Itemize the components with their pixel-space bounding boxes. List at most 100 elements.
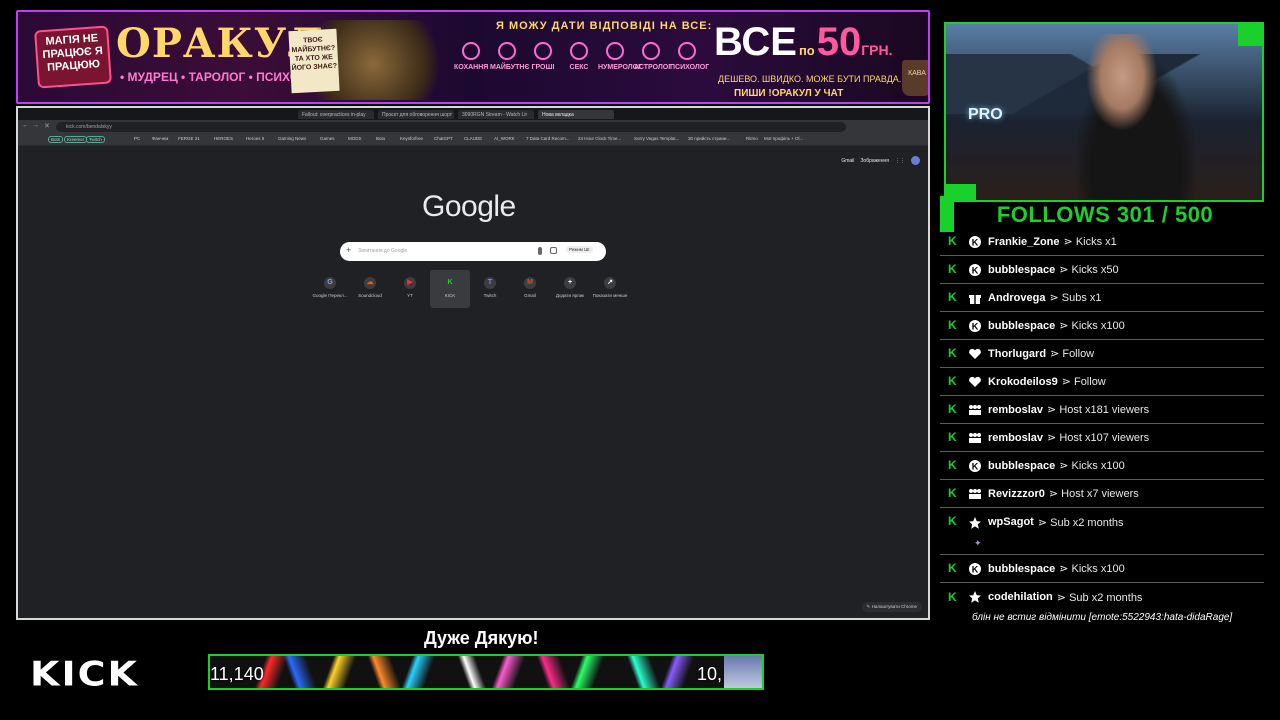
heart-icon <box>968 375 982 389</box>
banner-call-to-action: ПИШИ !ОРАКУЛ У ЧАТ <box>734 88 844 99</box>
bookmark[interactable]: ChatGPT <box>434 136 453 141</box>
microphone-icon[interactable] <box>538 247 542 255</box>
banner-note: ТВОЄ МАЙБУТНЄ? ТА ХТО ЖЕ ЙОГО ЗНАЄ? <box>288 28 340 94</box>
lens-icon[interactable] <box>550 247 557 254</box>
bookmark[interactable]: Ritmo <box>746 136 758 141</box>
banner-tagline: Я МОЖУ ДАТИ ВІДПОВІДІ НА ВСЕ: <box>496 20 713 32</box>
bookmark[interactable]: FERGE 31 <box>178 136 200 141</box>
star-icon <box>968 516 982 530</box>
browser-tab[interactable]: Проєкт для обговорення шорт <box>378 110 454 119</box>
bookmark[interactable]: Heroes 5 <box>246 136 264 141</box>
users-icon <box>968 431 982 445</box>
shortcut-google-translate[interactable]: G Google Перекл... <box>310 270 350 308</box>
avatar[interactable] <box>911 156 920 165</box>
bookmark[interactable]: HEROES <box>214 136 233 141</box>
event-list: K K Frankie_Zone ⋗ Kicks x1 K Kbubblespace ⋗ … <box>940 228 1264 611</box>
kick-k-icon: K <box>948 486 957 500</box>
event-row: Kremboslav ⋗ Host x181 viewers <box>940 396 1264 424</box>
browser-tab[interactable]: 3090RGN Stream - Watch Lir <box>458 110 534 119</box>
soundcloud-icon: ☁ <box>364 277 376 289</box>
event-row: K Kbubblespace ⋗ Kicks x100 <box>940 452 1264 480</box>
bookmark[interactable]: Boto <box>376 136 385 141</box>
webcam-feed: PRO <box>944 22 1264 202</box>
browser-toolbar: ← → ✕ kick.com/bendalskyy <box>18 120 928 134</box>
bookmark[interactable]: Gaming News <box>278 136 306 141</box>
plus-icon[interactable]: + <box>346 245 351 255</box>
coffee-cup: КАВА <box>902 60 928 96</box>
shortcut-kick[interactable]: K KICK <box>430 270 470 308</box>
kick-icon: K <box>968 263 982 277</box>
event-row: KwpSagot ⋗ Sub x2 months ✦ <box>940 508 1264 555</box>
event-row: K Kbubblespace ⋗ Kicks x100 <box>940 312 1264 340</box>
bookmark[interactable]: PC <box>134 136 140 141</box>
kick-k-icon: K <box>948 290 957 304</box>
kick-icon: K <box>968 319 982 333</box>
translate-icon: G <box>324 277 336 289</box>
kick-k-icon: K <box>948 262 957 276</box>
ai-mode-button[interactable]: Режим ШІ <box>566 246 593 253</box>
gmail-link[interactable]: Gmail <box>841 158 854 164</box>
star-icon <box>968 590 982 604</box>
kick-icon: K <box>444 277 456 289</box>
shortcut-show-less[interactable]: ↗ Показати менше <box>590 270 630 308</box>
money-icon <box>534 42 552 60</box>
kick-k-icon: K <box>948 374 957 388</box>
category-future: МАЙБУТНЄ <box>490 40 529 71</box>
bookmark[interactable]: CLAUDE <box>464 136 482 141</box>
shortcut-gmail[interactable]: M Gmail <box>510 270 550 308</box>
heart-icon <box>462 42 480 60</box>
kick-k-icon: K <box>948 458 957 472</box>
apple-icon <box>570 42 588 60</box>
goal-left-value: 11,140 <box>210 664 264 684</box>
customize-chrome-button[interactable]: ✎ Налаштувати Chrome <box>861 602 922 612</box>
kick-k-icon: K <box>948 589 957 604</box>
images-link[interactable]: Зображення <box>860 158 889 164</box>
apps-grid-icon[interactable]: ⋮⋮ <box>895 158 905 164</box>
forward-icon[interactable]: → <box>32 122 39 129</box>
browser-tab[interactable]: Fallout: overpractices in-play <box>298 110 374 119</box>
shortcut-soundcloud[interactable]: ☁ Soundcloud <box>350 270 390 308</box>
google-top-links: Gmail Зображення ⋮⋮ <box>841 156 920 165</box>
kick-k-icon: K <box>948 402 957 416</box>
kick-k-icon: K <box>948 318 957 332</box>
magic-sign: МАГІЯ НЕ ПРАЦЮЄ Я ПРАЦЮЮ <box>34 25 112 89</box>
event-row: K Krokodeilos9 ⋗ Follow <box>940 368 1264 396</box>
bookmark[interactable]: AI_WORK <box>494 136 515 141</box>
google-search-box[interactable]: + Запитання до Google Режим ШІ <box>340 242 606 261</box>
plus-icon: + <box>564 277 576 289</box>
goal-bar: 11,140 10, <box>208 654 764 690</box>
bookmark[interactable]: Мої профіль + Ol... <box>764 136 803 141</box>
browser-tab-active[interactable]: Нова вкладка <box>538 110 614 119</box>
back-icon[interactable]: ← <box>22 122 29 129</box>
bookmark[interactable]: Фанчем <box>152 136 168 141</box>
bookmark[interactable]: Bots <box>48 136 64 143</box>
heart-icon <box>968 347 982 361</box>
banner-price: ВСЕ по50ГРН. <box>714 20 893 64</box>
gmail-icon: M <box>524 277 536 289</box>
address-bar[interactable]: kick.com/bendalskyy <box>56 122 846 132</box>
category-sex: СЕКС <box>562 40 596 71</box>
bookmark[interactable]: Keysforfree <box>400 136 423 141</box>
collapse-icon: ↗ <box>604 277 616 289</box>
kick-icon: K <box>968 459 982 473</box>
category-numerology: НУМЕРОЛОГ <box>598 40 642 71</box>
bookmark[interactable]: 24 Hour Clock Time... <box>578 136 621 141</box>
search-input[interactable]: Запитання до Google <box>358 248 407 254</box>
shortcut-add[interactable]: + Додати ярлик <box>550 270 590 308</box>
shortcut-youtube[interactable]: ▶ YT <box>390 270 430 308</box>
svg-text:K: K <box>972 237 979 247</box>
goal-thumbnail <box>724 656 762 688</box>
bookmark[interactable]: Sorry Vegas Templat... <box>634 136 679 141</box>
bookmark[interactable]: MODS <box>348 136 362 141</box>
svg-text:K: K <box>972 265 979 275</box>
shortcut-twitch[interactable]: T Twitch <box>470 270 510 308</box>
close-icon[interactable]: ✕ <box>44 122 50 130</box>
bookmark[interactable]: Games <box>320 136 335 141</box>
bookmark[interactable]: 7 Data Card Recom... <box>526 136 570 141</box>
bookmark[interactable]: Twitch <box>86 136 105 143</box>
event-row: K Kbubblespace ⋗ Kicks x50 <box>940 256 1264 284</box>
kick-k-icon: K <box>948 430 957 444</box>
bookmark[interactable]: 30 прийсть страни... <box>688 136 730 141</box>
gift-icon <box>968 291 982 305</box>
bookmark[interactable]: Kreemer <box>64 136 88 143</box>
